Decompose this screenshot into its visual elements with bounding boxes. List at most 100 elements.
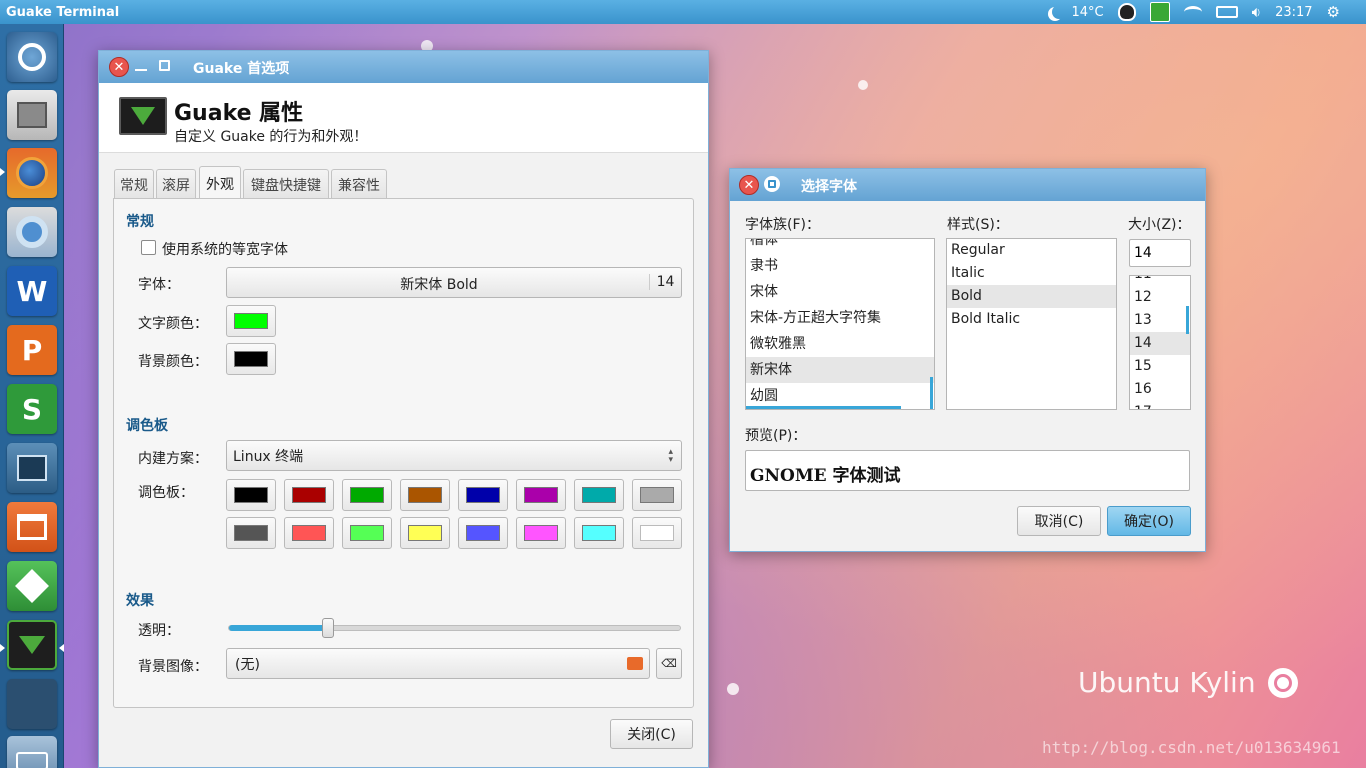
font-size-list[interactable]: 11121314151617 [1129,275,1191,410]
effects-section-title: 效果 [126,593,154,609]
close-dialog-button[interactable]: ✕ [739,175,759,195]
palette-color-button[interactable] [574,479,624,511]
running-indicator [0,644,5,652]
list-item[interactable]: 楷体 [746,239,934,253]
list-item[interactable]: 14 [1130,332,1190,355]
transparency-slider[interactable] [228,618,681,638]
palette-color-button[interactable] [284,517,334,549]
battery-icon[interactable] [1215,6,1238,18]
size-list-scrollbar[interactable] [1186,306,1189,334]
ok-button[interactable]: 确定(O) [1107,506,1191,536]
tab-compatibility[interactable]: 兼容性 [331,169,387,199]
software-center-icon[interactable] [7,502,57,552]
chromium-icon[interactable] [7,207,57,257]
list-item[interactable]: 15 [1130,355,1190,378]
palette-color-button[interactable] [226,517,276,549]
volume-icon[interactable]: 🔉︎ [1252,3,1261,21]
wps-spreadsheets-icon[interactable]: S [7,384,57,434]
wps-writer-icon[interactable]: W [7,266,57,316]
kylin-update-icon[interactable] [1149,2,1170,22]
gear-icon[interactable]: ⚙︎ [1327,3,1340,21]
guake-icon[interactable] [7,620,57,670]
palette-color-button[interactable] [284,479,334,511]
maximize-button[interactable] [159,60,170,71]
file-manager-icon[interactable] [7,90,57,140]
list-item[interactable]: 新宋体 [746,357,934,383]
palette-color-swatch [408,487,442,503]
font-picker-button[interactable]: 新宋体 Bold 14 [226,267,682,298]
list-item[interactable]: 11 [1130,276,1190,286]
prefs-tabs: 常规 滚屏 外观 键盘快捷键 兼容性 [114,166,694,200]
list-item[interactable]: Regular [947,239,1116,262]
list-scrollbar[interactable] [930,377,933,409]
use-system-font-checkbox[interactable] [141,240,156,255]
palette-color-button[interactable] [400,479,450,511]
palette-color-button[interactable] [342,517,392,549]
list-item[interactable]: 宋体-方正超大字符集 [746,305,934,331]
palette-color-button[interactable] [400,517,450,549]
list-item[interactable]: 隶书 [746,253,934,279]
wifi-icon[interactable] [1183,6,1202,18]
palette-color-button[interactable] [632,479,682,511]
list-item[interactable]: 宋体 [746,279,934,305]
weather-indicator[interactable]: 14°C [1048,5,1104,20]
transparency-slider-handle[interactable] [322,618,335,638]
palette-color-button[interactable] [458,479,508,511]
clock[interactable]: 23:17 [1275,5,1312,20]
background-color-button[interactable] [226,343,276,375]
palette-color-swatch [408,525,442,541]
close-window-button[interactable]: ✕ [109,57,129,77]
prefs-header: Guake 属性 自定义 Guake 的行为和外观！ [99,83,708,153]
list-item[interactable]: Bold Italic [947,308,1116,331]
tux-icon[interactable] [1117,3,1136,21]
system-monitor-icon[interactable] [7,443,57,493]
cancel-button[interactable]: 取消(C) [1017,506,1101,536]
ubuntu-kylin-dash-icon[interactable] [7,32,57,82]
font-family-list[interactable]: 楷体 隶书 宋体 宋体-方正超大字符集 微软雅黑 新宋体 幼圆 [745,238,935,410]
minimize-button[interactable] [135,69,147,71]
palette-color-button[interactable] [632,517,682,549]
list-item[interactable]: 16 [1130,378,1190,401]
builtin-scheme-select[interactable]: Linux 终端 ▴ ▾ [226,440,682,471]
system-tray: 14°C 🔉︎ 23:17 ⚙︎ [1048,0,1366,24]
palette-color-swatch [582,487,616,503]
palette-color-swatch [582,525,616,541]
dialog-titlebar[interactable]: ✕ 选择字体 [730,169,1205,201]
guake-preferences-window: ✕ Guake 首选项 Guake 属性 自定义 Guake 的行为和外观！ 常… [98,50,709,768]
palette-color-button[interactable] [226,479,276,511]
font-preview-box[interactable]: GNOME 字体测试 [745,450,1190,491]
list-item[interactable]: Italic [947,262,1116,285]
list-item[interactable]: 13 [1130,309,1190,332]
font-chooser-dialog: ✕ 选择字体 字体族(F)： 楷体 隶书 宋体 宋体-方正超大字符集 微软雅黑 新宋体 幼圆… [729,168,1206,552]
palette-color-swatch [292,487,326,503]
close-button[interactable]: 关闭(C) [610,719,693,749]
wallpaper-dot [727,683,739,695]
clear-background-image-button[interactable]: ⌫ [656,648,682,679]
trash-icon[interactable] [7,736,57,768]
list-item[interactable]: Bold [947,285,1116,308]
background-image-chooser[interactable]: (无) [226,648,650,679]
palette-color-button[interactable] [516,479,566,511]
tab-keyboard-shortcuts[interactable]: 键盘快捷键 [243,169,329,199]
tab-scrolling[interactable]: 滚屏 [156,169,196,199]
font-style-list[interactable]: Regular Italic Bold Bold Italic [946,238,1117,410]
tab-appearance[interactable]: 外观 [199,166,241,200]
window-titlebar[interactable]: ✕ Guake 首选项 [99,51,708,83]
palette-color-button[interactable] [574,517,624,549]
palette-color-button[interactable] [516,517,566,549]
list-item[interactable]: 12 [1130,286,1190,309]
palette-color-button[interactable] [342,479,392,511]
list-item[interactable]: 微软雅黑 [746,331,934,357]
font-size-input[interactable] [1129,239,1191,267]
workspace-switcher-icon[interactable] [7,679,57,729]
firefox-icon[interactable] [7,148,57,198]
maximize-button[interactable] [764,176,780,192]
font-size-value: 14 [649,274,681,290]
tab-general[interactable]: 常规 [114,169,154,199]
wps-presentation-icon[interactable]: P [7,325,57,375]
palette-color-button[interactable] [458,517,508,549]
kylin-assistant-icon[interactable] [7,561,57,611]
dialog-title: 选择字体 [801,179,857,195]
list-item[interactable]: 17 [1130,401,1190,409]
text-color-button[interactable] [226,305,276,337]
